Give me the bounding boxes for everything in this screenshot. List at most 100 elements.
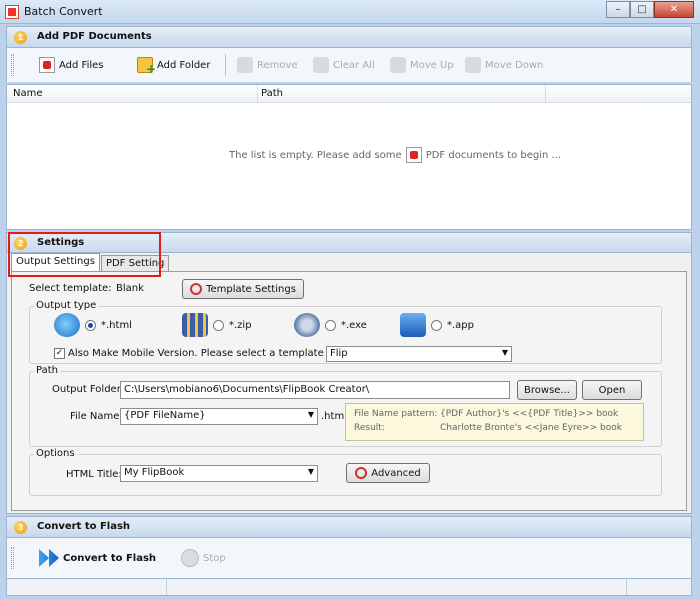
advanced-button[interactable]: Advanced bbox=[346, 463, 430, 483]
close-button[interactable]: ✕ bbox=[654, 1, 694, 18]
maximize-button[interactable]: □ bbox=[630, 1, 654, 18]
pdf-icon bbox=[39, 57, 55, 73]
document-list[interactable]: Name Path The list is empty. Please add … bbox=[6, 84, 692, 230]
group-title: Options bbox=[34, 448, 77, 459]
radio-zip[interactable] bbox=[213, 319, 224, 331]
add-folder-label: Add Folder bbox=[157, 59, 211, 71]
section-title: Add PDF Documents bbox=[37, 31, 152, 42]
section-title: Convert to Flash bbox=[37, 521, 131, 532]
add-files-button[interactable]: Add Files bbox=[39, 57, 103, 73]
add-files-label: Add Files bbox=[59, 59, 104, 71]
pattern-label: File Name pattern: bbox=[354, 409, 438, 419]
add-folder-button[interactable]: Add Folder bbox=[137, 57, 211, 76]
template-settings-button[interactable]: Template Settings bbox=[182, 279, 304, 299]
radio-exe[interactable] bbox=[325, 319, 336, 331]
option-label: *.app bbox=[447, 319, 475, 331]
column-name[interactable]: Name bbox=[13, 88, 43, 99]
file-name-value: {PDF FileName} bbox=[124, 410, 206, 421]
advanced-label: Advanced bbox=[371, 467, 421, 479]
output-type-group: Output type *.html *.zip *.exe *.app ✓ A… bbox=[29, 300, 662, 364]
status-cell bbox=[167, 579, 627, 595]
column-path[interactable]: Path bbox=[261, 88, 283, 99]
empty-text-end: PDF documents to begin ... bbox=[425, 149, 562, 161]
file-name-label: File Name: bbox=[70, 411, 123, 422]
radio-html[interactable] bbox=[85, 319, 96, 331]
status-bar bbox=[6, 578, 692, 596]
html-title-value: My FlipBook bbox=[124, 467, 185, 478]
column-divider[interactable] bbox=[257, 85, 258, 103]
highlight-annotation bbox=[8, 232, 161, 277]
output-option-app[interactable]: *.app bbox=[400, 313, 474, 337]
output-folder-label: Output Folder: bbox=[52, 384, 125, 395]
radio-app[interactable] bbox=[431, 319, 442, 331]
output-settings-body: Select template: Blank Template Settings… bbox=[11, 271, 687, 511]
chevron-down-icon: ▼ bbox=[501, 348, 508, 357]
result-row: Result: Charlotte Bronte's <<Jane Eyre>>… bbox=[354, 423, 622, 433]
gear-icon bbox=[190, 283, 203, 295]
file-name-select[interactable]: {PDF FileName} ▼ bbox=[120, 408, 318, 425]
status-cell bbox=[7, 579, 167, 595]
browse-button[interactable]: Browse... bbox=[517, 380, 577, 400]
clear-all-button[interactable]: Clear All bbox=[313, 57, 375, 73]
path-group: Path Output Folder: C:\Users\mobiano6\Do… bbox=[29, 365, 662, 447]
gear-icon bbox=[355, 467, 368, 479]
template-label: Select template: bbox=[29, 283, 112, 294]
clear-all-label: Clear All bbox=[333, 59, 375, 71]
step-number-icon: 1 bbox=[14, 31, 27, 44]
window-controls: – □ ✕ bbox=[606, 1, 694, 18]
move-up-label: Move Up bbox=[410, 59, 454, 71]
chevron-down-icon: ▼ bbox=[307, 410, 314, 419]
pdf-icon bbox=[405, 147, 422, 163]
template-value: Blank bbox=[116, 283, 144, 294]
convert-label: Convert to Flash bbox=[63, 552, 157, 564]
stop-icon bbox=[181, 549, 199, 567]
app-icon bbox=[5, 5, 19, 19]
move-down-button[interactable]: Move Down bbox=[465, 57, 543, 73]
move-up-button[interactable]: Move Up bbox=[390, 57, 454, 73]
list-header: Name Path bbox=[7, 85, 691, 103]
arrow-down-icon bbox=[465, 57, 481, 73]
section-add-pdf: 1 Add PDF Documents bbox=[6, 26, 692, 48]
stop-button[interactable]: Stop bbox=[181, 549, 226, 567]
title-bar: Batch Convert – □ ✕ bbox=[0, 0, 700, 24]
clear-all-icon bbox=[313, 57, 329, 73]
window-title: Batch Convert bbox=[24, 5, 103, 18]
group-title: Output type bbox=[34, 300, 99, 311]
output-option-zip[interactable]: *.zip bbox=[182, 313, 252, 337]
convert-to-flash-button[interactable]: Convert to Flash bbox=[39, 549, 156, 567]
remove-icon bbox=[237, 57, 253, 73]
column-divider[interactable] bbox=[545, 85, 546, 103]
open-button[interactable]: Open bbox=[582, 380, 642, 400]
settings-panel: Output Settings PDF Setting Select templ… bbox=[6, 252, 692, 514]
convert-toolbar: Convert to Flash Stop bbox=[6, 538, 692, 578]
pattern-value: {PDF Author}'s <<{PDF Title}>> book bbox=[440, 409, 619, 419]
option-label: *.zip bbox=[229, 319, 252, 331]
toolbar-grip[interactable] bbox=[11, 547, 14, 569]
output-option-html[interactable]: *.html bbox=[54, 313, 132, 337]
option-label: *.exe bbox=[341, 319, 367, 331]
mobile-template-select[interactable]: Flip ▼ bbox=[326, 346, 512, 362]
empty-list-message: The list is empty. Please add some PDF d… bbox=[229, 147, 561, 163]
stop-label: Stop bbox=[203, 552, 226, 564]
mac-app-icon bbox=[400, 313, 426, 337]
toolbar-grip[interactable] bbox=[11, 54, 14, 76]
fast-forward-icon bbox=[39, 549, 59, 567]
chevron-down-icon: ▼ bbox=[307, 467, 314, 476]
step-number-icon: 3 bbox=[14, 521, 27, 534]
file-toolbar: Add Files Add Folder Remove Clear All Mo… bbox=[6, 48, 692, 82]
zip-archive-icon bbox=[182, 313, 208, 337]
arrow-up-icon bbox=[390, 57, 406, 73]
group-title: Path bbox=[34, 365, 60, 376]
minimize-button[interactable]: – bbox=[606, 1, 630, 18]
file-name-pattern-box: File Name pattern: {PDF Author}'s <<{PDF… bbox=[345, 403, 644, 441]
section-convert: 3 Convert to Flash bbox=[6, 516, 692, 538]
output-folder-input[interactable]: C:\Users\mobiano6\Documents\FlipBook Cre… bbox=[120, 381, 510, 399]
exe-gear-icon bbox=[294, 313, 320, 337]
html-title-label: HTML Title: bbox=[66, 469, 122, 480]
mobile-version-checkbox[interactable]: ✓ bbox=[54, 348, 65, 359]
result-label: Result: bbox=[354, 423, 385, 433]
remove-button[interactable]: Remove bbox=[237, 57, 298, 73]
html-title-select[interactable]: My FlipBook ▼ bbox=[120, 465, 318, 482]
output-option-exe[interactable]: *.exe bbox=[294, 313, 367, 337]
result-value: Charlotte Bronte's <<Jane Eyre>> book bbox=[440, 423, 622, 433]
